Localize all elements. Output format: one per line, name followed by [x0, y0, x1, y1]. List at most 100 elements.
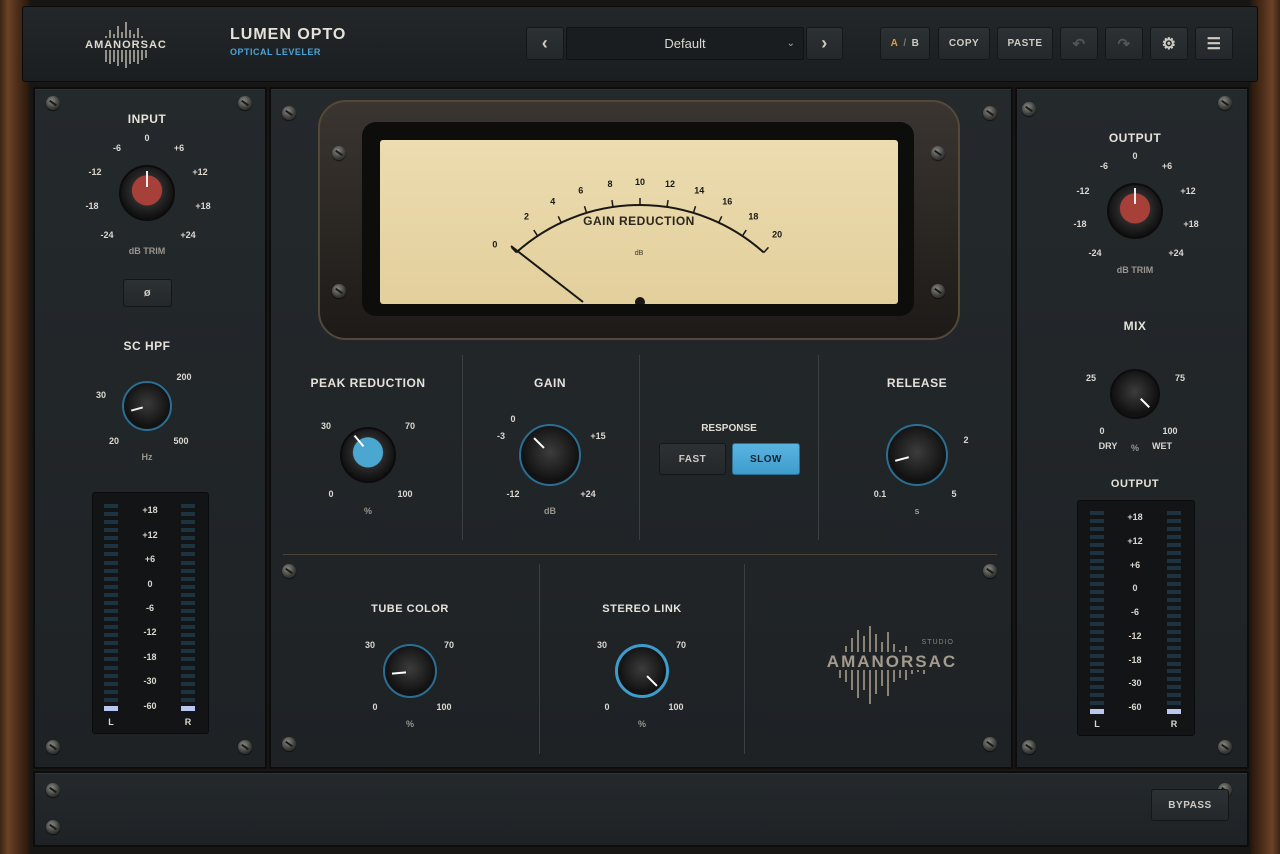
meter-left-label: L [1094, 719, 1100, 729]
gain-tick: -3 [496, 431, 506, 441]
ab-compare-button[interactable]: A / B [880, 27, 930, 60]
prev-preset-button[interactable]: ‹ [526, 27, 564, 60]
output-title: OUTPUT [1108, 131, 1162, 145]
meter-segment [1090, 709, 1104, 715]
link-tick: 70 [675, 640, 687, 650]
meter-scale: 0 [1132, 583, 1138, 593]
screw-icon [332, 146, 346, 160]
meter-segment [1167, 637, 1181, 642]
vu-tick-label: 12 [665, 179, 675, 189]
meter-segment [104, 552, 118, 557]
redo-button[interactable]: ↷ [1105, 27, 1143, 60]
chevron-left-icon: ‹ [541, 33, 549, 53]
preset-selector[interactable]: Default ⌄ [566, 27, 804, 60]
copy-button[interactable]: COPY [938, 27, 990, 60]
stereo-link-knob[interactable] [615, 644, 669, 698]
link-tick: 0 [604, 702, 610, 712]
screw-icon [931, 146, 945, 160]
settings-button[interactable]: ⚙ [1150, 27, 1188, 60]
meter-segment [181, 625, 195, 630]
vu-tick-label: 14 [694, 186, 704, 196]
meter-segment [181, 617, 195, 622]
meter-segment [1090, 677, 1104, 682]
release-tick: 2 [963, 435, 969, 445]
meter-segment [104, 705, 118, 711]
meter-scale: +18 [142, 505, 158, 515]
gain-unit: dB [544, 506, 556, 516]
meter-segment [1167, 701, 1181, 706]
vu-meter-face: 0 2 4 6 8 10 12 14 16 18 20 GAIN REDUCTION dB [380, 140, 898, 304]
peak-reduction-knob[interactable] [340, 427, 396, 483]
tube-tick: 0 [372, 702, 378, 712]
phase-invert-button[interactable]: ø [123, 279, 172, 307]
vu-tick-label: 16 [722, 197, 732, 207]
preset-name: Default [664, 36, 706, 51]
schpf-unit: Hz [141, 452, 153, 462]
undo-button[interactable]: ↶ [1060, 27, 1098, 60]
next-preset-button[interactable]: › [806, 27, 843, 60]
studio-logo-small: STUDIO [922, 639, 954, 646]
meter-segment [104, 649, 118, 654]
meter-segment [1167, 590, 1181, 595]
release-knob[interactable] [886, 424, 948, 486]
mix-knob[interactable] [1110, 369, 1160, 419]
screw-icon [238, 740, 252, 754]
chevron-down-icon: ⌄ [786, 38, 795, 49]
meter-scale: +6 [144, 554, 156, 564]
gain-tick: +24 [580, 489, 596, 499]
menu-button[interactable]: ☰ [1195, 27, 1233, 60]
mix-tick: 75 [1174, 373, 1186, 383]
meter-segment [181, 609, 195, 613]
screw-icon [983, 106, 997, 120]
meter-segment [181, 544, 195, 549]
bypass-button[interactable]: BYPASS [1151, 789, 1229, 821]
input-meter-right [181, 504, 195, 714]
mix-wet-label: WET [1152, 441, 1172, 451]
paste-button[interactable]: PASTE [997, 27, 1053, 60]
meter-scale: -18 [143, 652, 157, 662]
output-tick: -24 [1088, 248, 1102, 258]
meter-segment [1167, 677, 1181, 682]
input-tick: 0 [144, 133, 150, 143]
meter-segment [104, 657, 118, 662]
meter-segment [104, 673, 118, 678]
output-tick: -12 [1076, 186, 1090, 196]
vu-tick-label: 4 [550, 197, 555, 207]
gain-knob[interactable] [519, 424, 581, 486]
meter-segment [1090, 511, 1104, 515]
vu-title: GAIN REDUCTION [583, 214, 695, 228]
response-fast-button[interactable]: FAST [659, 443, 726, 475]
schpf-tick: 20 [108, 436, 120, 446]
divider [639, 355, 640, 540]
response-slow-button[interactable]: SLOW [732, 443, 800, 475]
meter-segment [104, 512, 118, 517]
knob-pointer [1134, 188, 1136, 204]
screw-icon [931, 284, 945, 298]
screw-icon [46, 783, 60, 797]
meter-scale: +6 [1129, 560, 1141, 570]
input-tick: +6 [173, 143, 185, 153]
stereo-link-title: STEREO LINK [602, 603, 682, 615]
meter-segment [181, 649, 195, 654]
meter-segment [181, 657, 195, 662]
meter-scale: -18 [1128, 655, 1142, 665]
gain-tick: +15 [590, 431, 606, 441]
meter-segment [181, 633, 195, 638]
tube-color-knob[interactable] [383, 644, 437, 698]
release-title: RELEASE [886, 376, 948, 390]
meter-segment [104, 665, 118, 670]
meter-segment [1090, 598, 1104, 603]
meter-segment [104, 609, 118, 613]
tube-unit: % [405, 719, 415, 729]
screw-icon [282, 106, 296, 120]
meter-segment [104, 576, 118, 581]
tube-tick: 100 [436, 702, 452, 712]
undo-icon: ↶ [1072, 35, 1086, 53]
output-tick: +12 [1180, 186, 1196, 196]
meter-segment [1090, 582, 1104, 587]
sc-hpf-knob[interactable] [122, 381, 172, 431]
vu-tick [763, 246, 770, 254]
meter-scale: +18 [1127, 512, 1143, 522]
meter-segment [181, 552, 195, 557]
studio-logo: AMANORSAC STUDIO [826, 626, 958, 704]
